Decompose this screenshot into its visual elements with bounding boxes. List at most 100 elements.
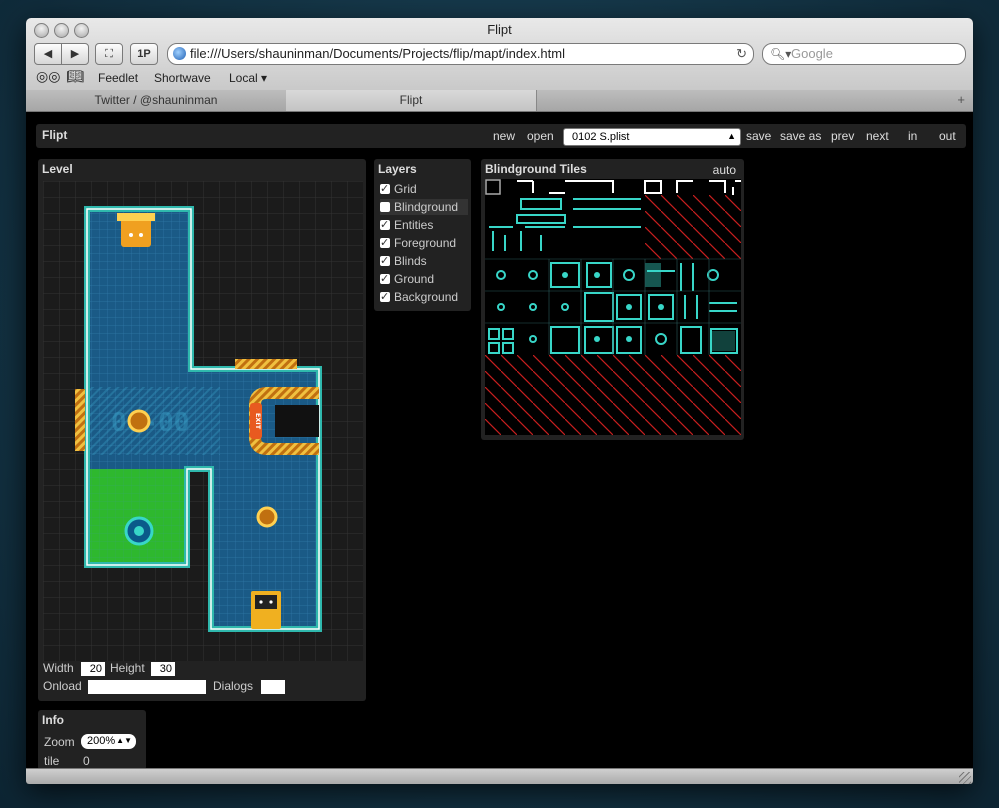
tab-twitter[interactable]: Twitter / @shauninman <box>26 90 287 111</box>
save-button[interactable]: save <box>746 129 771 143</box>
open-button[interactable]: open <box>527 129 554 143</box>
file-select[interactable]: 0102 S.plist ▲ <box>563 128 741 146</box>
zoom-select[interactable]: 200% ▲▼ <box>81 734 136 749</box>
level-title: Level <box>42 162 73 176</box>
info-title: Info <box>42 713 64 727</box>
green-zone-grid <box>90 469 187 562</box>
orb-core <box>134 526 144 536</box>
forward-arrow-icon: ▶ <box>70 48 80 60</box>
zoom-out-button[interactable]: out <box>939 129 956 143</box>
layer-grid-checkbox[interactable] <box>380 181 390 197</box>
zoom-in-button[interactable]: in <box>908 129 917 143</box>
tile-palette[interactable] <box>485 179 741 435</box>
exit-gap <box>275 405 319 437</box>
dialogs-input[interactable] <box>261 680 285 694</box>
app-brand: Flipt <box>42 128 68 142</box>
resize-grip-icon[interactable] <box>959 772 971 784</box>
layer-background[interactable]: Background <box>380 289 468 305</box>
address-bar[interactable]: file:///Users/shauninman/Documents/Proje… <box>167 43 754 65</box>
tile-value: 0 <box>83 754 90 768</box>
bookmark-feedlet[interactable]: Feedlet <box>98 71 138 85</box>
back-arrow-icon: ◀ <box>43 48 53 60</box>
file-select-value: 0102 S.plist <box>572 131 630 143</box>
layer-foreground[interactable]: Foreground <box>380 235 468 251</box>
layer-entities-label: Entities <box>394 218 434 232</box>
bookmarks-bar: ◎◎ 📖︎ Feedlet Shortwave Local ▾ <box>26 68 973 88</box>
back-button[interactable]: ◀ <box>34 43 62 65</box>
layer-blindground-checkbox[interactable] <box>380 202 390 212</box>
onload-label: Onload <box>43 679 82 693</box>
layers-panel: Layers Grid Blindground Entities Foregro… <box>374 159 471 311</box>
layer-background-checkbox[interactable] <box>380 289 390 305</box>
dialogs-label: Dialogs <box>213 679 254 693</box>
height-label: Height <box>110 661 145 675</box>
save-as-button[interactable]: save as <box>780 129 821 143</box>
layer-entities-checkbox[interactable] <box>380 217 390 233</box>
layers-title: Layers <box>378 162 417 176</box>
hazard-strip-left <box>75 389 85 451</box>
fullscreen-icon: ⛶ <box>105 48 113 60</box>
layer-blinds[interactable]: Blinds <box>380 253 468 269</box>
zoom-label: Zoom <box>44 735 75 749</box>
reading-glasses-icon[interactable]: ◎◎ <box>36 68 60 85</box>
layer-blinds-checkbox[interactable] <box>380 253 390 269</box>
tiles-title: Blindground Tiles <box>485 162 587 176</box>
door-window <box>255 595 277 609</box>
browser-chrome: Flipt ◀ ▶ ⛶ 1P file:///Users/shauninman/… <box>26 18 973 91</box>
new-button[interactable]: new <box>493 129 515 143</box>
tile-label: tile <box>44 754 60 768</box>
auto-toggle[interactable]: auto <box>713 163 736 177</box>
tiles-panel: Blindground Tiles auto <box>481 159 744 440</box>
layer-foreground-label: Foreground <box>394 236 457 250</box>
coin-entity[interactable] <box>256 506 278 528</box>
spawn-cap <box>117 213 155 221</box>
layer-grid[interactable]: Grid <box>380 181 468 197</box>
bookmark-shortwave[interactable]: Shortwave <box>154 71 211 85</box>
layer-background-label: Background <box>394 290 459 304</box>
hazard-strip-top <box>235 359 297 369</box>
globe-icon <box>173 47 186 60</box>
layer-blinds-label: Blinds <box>394 254 427 268</box>
spawn-eye-left <box>129 233 133 237</box>
address-text: file:///Users/shauninman/Documents/Proje… <box>190 46 565 61</box>
fullscreen-button[interactable]: ⛶ <box>95 43 123 65</box>
info-panel: Info Zoom 200% ▲▼ tile 0 <box>38 710 146 770</box>
prev-button[interactable]: prev <box>831 129 854 143</box>
door-eye-left <box>259 600 263 604</box>
height-input[interactable]: 30 <box>151 662 175 676</box>
width-input[interactable]: 20 <box>81 662 105 676</box>
invalid-tiles-bottom <box>485 355 741 435</box>
bookmarks-book-icon[interactable]: 📖︎ <box>66 68 84 85</box>
width-label: Width <box>43 661 74 675</box>
new-tab-icon[interactable]: + <box>957 92 965 107</box>
layer-entities[interactable]: Entities <box>380 217 468 233</box>
layer-foreground-checkbox[interactable] <box>380 235 390 251</box>
select-arrows-icon: ▲▼ <box>116 736 132 745</box>
spawn-eye-right <box>139 233 143 237</box>
layer-ground-checkbox[interactable] <box>380 271 390 287</box>
onload-input[interactable] <box>88 680 206 694</box>
search-field[interactable]: 🔍︎▾ Google <box>762 43 966 65</box>
flipt-app: Flipt new open 0102 S.plist ▲ save save … <box>26 112 973 770</box>
exit-sign-text: EXIT <box>254 413 262 430</box>
window-title: Flipt <box>487 22 512 37</box>
layer-ground[interactable]: Ground <box>380 271 468 287</box>
door-eye-right <box>269 600 273 604</box>
layer-blindground-label: Blindground <box>394 200 459 214</box>
layer-blindground[interactable]: Blindground <box>380 199 468 215</box>
reload-icon[interactable]: ↻ <box>736 44 747 64</box>
level-panel: Level EXIT Width 20 Height 30 Onload Dia… <box>38 159 366 701</box>
zoom-value: 200% <box>87 735 116 747</box>
next-button[interactable]: next <box>866 129 889 143</box>
layer-ground-label: Ground <box>394 272 435 286</box>
app-topbar: Flipt new open 0102 S.plist ▲ save save … <box>36 124 966 148</box>
coin-entity[interactable] <box>127 409 151 433</box>
bookmark-local[interactable]: Local ▾ <box>229 71 267 85</box>
invalid-tiles-top <box>645 195 741 259</box>
search-placeholder: Google <box>791 46 833 61</box>
forward-button[interactable]: ▶ <box>61 43 89 65</box>
level-canvas[interactable]: 00-00 EXIT <box>43 181 363 661</box>
tab-flipt[interactable]: Flipt <box>286 90 537 111</box>
layer-grid-label: Grid <box>394 182 417 196</box>
1p-button[interactable]: 1P <box>130 43 158 65</box>
